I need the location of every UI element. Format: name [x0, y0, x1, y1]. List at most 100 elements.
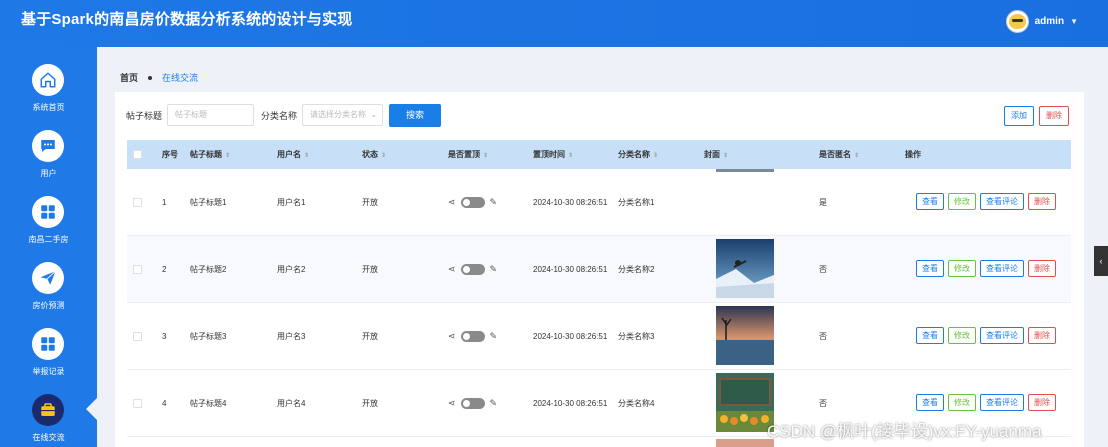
- delete-button[interactable]: 删除: [1028, 394, 1056, 411]
- cell-no: 3: [162, 332, 167, 341]
- cell-pin-time: 2024-10-30 08:26:51: [533, 399, 608, 408]
- sidebar-item-secondhand[interactable]: 南昌二手房: [0, 196, 97, 256]
- sort-icon: ⇕: [381, 153, 387, 159]
- sidebar-item-prediction[interactable]: 房价预测: [0, 262, 97, 322]
- cell-no: 2: [162, 265, 167, 274]
- view-button[interactable]: 查看: [916, 327, 944, 344]
- sidebar-item-home[interactable]: 系统首页: [0, 64, 97, 124]
- pin-controls: ⋖ ✎: [448, 331, 497, 342]
- category-filter-label: 分类名称: [261, 110, 298, 121]
- pin-toggle[interactable]: [460, 197, 485, 208]
- delete-button[interactable]: 删除: [1028, 327, 1056, 344]
- search-button[interactable]: 搜索: [389, 103, 442, 127]
- breadcrumb-current: 在线交流: [162, 73, 199, 83]
- edit-button[interactable]: 修改: [948, 193, 976, 210]
- col-status[interactable]: 状态 ⇕: [362, 140, 386, 169]
- view-comments-button[interactable]: 查看评论: [980, 193, 1024, 210]
- table-row: 1 帖子标题1 用户名1 开放 ⋖ ✎ 2024-10-30 08:26:51 …: [127, 169, 1071, 236]
- category-select[interactable]: 请选择分类名称 ⌄: [302, 104, 384, 126]
- sidebar-item-forum[interactable]: 在线交流: [0, 394, 97, 447]
- table-row: 2 帖子标题2 用户名2 开放 ⋖ ✎ 2024-10-30 08:26:51 …: [127, 236, 1071, 303]
- bulk-delete-button[interactable]: 删除: [1039, 106, 1069, 126]
- avatar: [1005, 10, 1029, 33]
- cell-category: 分类名称3: [618, 332, 655, 341]
- view-comments-button[interactable]: 查看评论: [980, 260, 1024, 277]
- send-icon: [32, 262, 64, 294]
- sort-icon: ⇕: [568, 153, 574, 159]
- select-all-checkbox[interactable]: [133, 150, 142, 159]
- col-category[interactable]: 分类名称 ⇕: [618, 140, 658, 169]
- view-button[interactable]: 查看: [916, 394, 944, 411]
- col-user[interactable]: 用户名 ⇕: [277, 140, 309, 169]
- view-comments-button[interactable]: 查看评论: [980, 327, 1024, 344]
- view-button[interactable]: 查看: [916, 260, 944, 277]
- sort-icon: ⇕: [483, 153, 489, 159]
- user-menu[interactable]: admin ▼: [1005, 10, 1078, 33]
- col-anonymous[interactable]: 是否匿名 ⇕: [819, 140, 859, 169]
- edit-button[interactable]: 修改: [948, 327, 976, 344]
- table-row: 3 帖子标题3 用户名3 开放 ⋖ ✎ 2024-10-30 08:26:51 …: [127, 303, 1071, 370]
- cell-title: 帖子标题4: [190, 399, 227, 408]
- edit-pen-icon[interactable]: ✎: [490, 398, 498, 409]
- view-comments-button[interactable]: 查看评论: [980, 394, 1024, 411]
- cover-image: [716, 239, 774, 298]
- row-actions: 查看 修改 查看评论 删除: [916, 394, 1056, 411]
- sidebar-item-users[interactable]: 用户: [0, 130, 97, 190]
- grid-icon: [32, 328, 64, 360]
- breadcrumb-separator: [148, 75, 153, 80]
- col-title[interactable]: 帖子标题 ⇕: [190, 140, 230, 169]
- username: admin: [1034, 16, 1065, 27]
- sidebar-item-label: 用户: [40, 169, 57, 178]
- pin-controls: ⋖ ✎: [448, 398, 497, 409]
- row-actions: 查看 修改 查看评论 删除: [916, 193, 1056, 210]
- share-icon[interactable]: ⋖: [448, 264, 456, 275]
- delete-button[interactable]: 删除: [1028, 260, 1056, 277]
- col-cover[interactable]: 封面 ⇕: [704, 140, 728, 169]
- pin-toggle[interactable]: [460, 331, 485, 342]
- cell-category: 分类名称4: [618, 399, 655, 408]
- edit-button[interactable]: 修改: [948, 394, 976, 411]
- title-search-input[interactable]: 帖子标题: [167, 104, 255, 126]
- table-actions: 添加 删除: [1004, 106, 1069, 126]
- sidebar-item-label: 在线交流: [32, 433, 65, 442]
- category-select-placeholder: 请选择分类名称: [310, 110, 367, 119]
- app-title: 基于Spark的南昌房价数据分析系统的设计与实现: [21, 11, 353, 28]
- add-button[interactable]: 添加: [1004, 106, 1034, 126]
- sort-icon: ⇕: [304, 153, 310, 159]
- sidebar: 系统首页 用户 南昌二手房 房价预测 举报记录 在线交流: [0, 47, 97, 447]
- row-actions: 查看 修改 查看评论 删除: [916, 327, 1056, 344]
- row-checkbox[interactable]: [133, 399, 142, 408]
- sidebar-item-label: 房价预测: [32, 301, 65, 310]
- cell-no: 1: [162, 198, 167, 207]
- cell-title: 帖子标题2: [190, 265, 227, 274]
- cell-user: 用户名3: [277, 332, 306, 341]
- cell-pin-time: 2024-10-30 08:26:51: [533, 198, 608, 207]
- top-bar: 基于Spark的南昌房价数据分析系统的设计与实现 admin ▼: [0, 0, 1108, 47]
- breadcrumb-home[interactable]: 首页: [120, 71, 138, 84]
- row-checkbox[interactable]: [133, 265, 142, 274]
- edit-pen-icon[interactable]: ✎: [490, 264, 498, 275]
- row-checkbox[interactable]: [133, 198, 142, 207]
- cover-image-partial: [716, 439, 774, 447]
- grid-icon: [32, 196, 64, 228]
- pin-toggle[interactable]: [460, 264, 485, 275]
- col-no[interactable]: 序号: [162, 140, 178, 169]
- share-icon[interactable]: ⋖: [448, 197, 456, 208]
- col-pinned[interactable]: 是否置顶 ⇕: [448, 140, 488, 169]
- pin-toggle[interactable]: [460, 398, 485, 409]
- edit-pen-icon[interactable]: ✎: [490, 331, 498, 342]
- filter-bar: 帖子标题 帖子标题 分类名称 请选择分类名称 ⌄ 搜索: [126, 103, 442, 127]
- sidebar-item-reports[interactable]: 举报记录: [0, 328, 97, 388]
- share-icon[interactable]: ⋖: [448, 331, 456, 342]
- view-button[interactable]: 查看: [916, 193, 944, 210]
- col-pin-time[interactable]: 置顶时间 ⇕: [533, 140, 573, 169]
- share-icon[interactable]: ⋖: [448, 398, 456, 409]
- edit-pen-icon[interactable]: ✎: [490, 197, 498, 208]
- delete-button[interactable]: 删除: [1028, 193, 1056, 210]
- row-checkbox[interactable]: [133, 332, 142, 341]
- collapse-handle[interactable]: ‹: [1094, 246, 1108, 276]
- edit-button[interactable]: 修改: [948, 260, 976, 277]
- cell-anonymous: 否: [819, 332, 827, 341]
- pin-controls: ⋖ ✎: [448, 197, 497, 208]
- cell-title: 帖子标题1: [190, 198, 227, 207]
